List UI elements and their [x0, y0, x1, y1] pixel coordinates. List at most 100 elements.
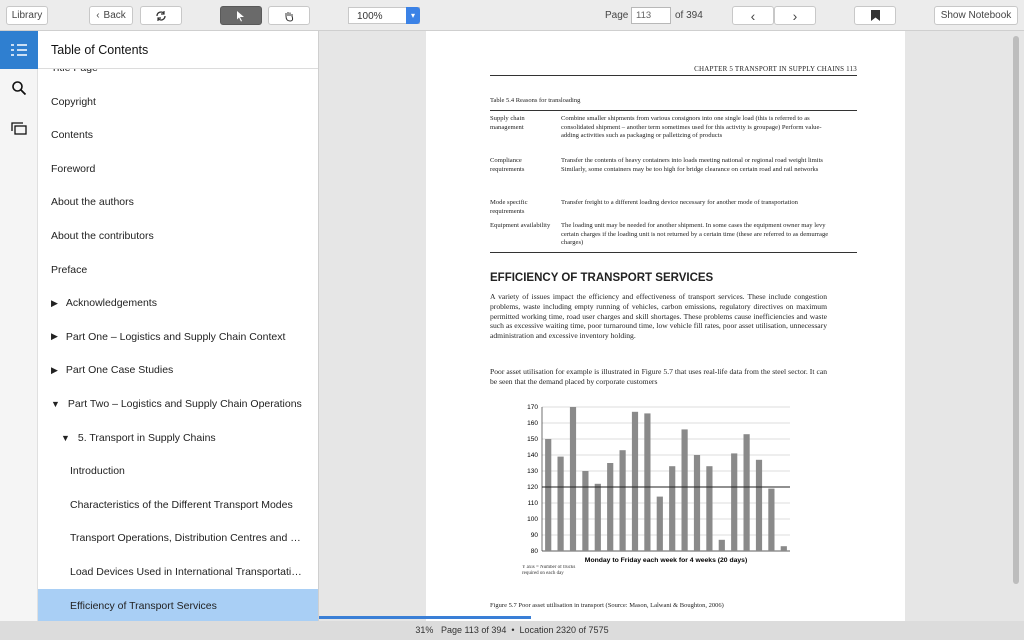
bar [768, 488, 775, 551]
chevron-down-icon: ▾ [406, 7, 420, 24]
toc-item-label: Part One – Logistics and Supply Chain Co… [65, 330, 286, 343]
toc-item[interactable]: Characteristics of the Different Transpo… [38, 488, 318, 521]
toc-item-label: Preface [51, 263, 88, 276]
toc-panel: Table of Contents Title PageCopyrightCon… [38, 31, 319, 621]
toc-item-label: Part One Case Studies [65, 364, 174, 377]
toc-item-label: Load Devices Used in International Trans… [70, 565, 302, 578]
book-page: CHAPTER 5 TRANSPORT IN SUPPLY CHAINS 113… [426, 31, 905, 621]
toc-item[interactable]: Foreword [38, 152, 318, 185]
y-axis-label: Y axis = Number of trucks required on ea… [522, 565, 576, 576]
toc-item-label: Transport Operations, Distribution Centr… [70, 532, 301, 545]
vertical-scrollbar[interactable] [1013, 36, 1019, 584]
select-tool-button[interactable] [220, 6, 262, 25]
bar [743, 434, 750, 551]
y-tick-label: 130 [527, 468, 538, 475]
bar [557, 456, 564, 551]
table-cell-description: Combine smaller shipments from various c… [561, 115, 822, 139]
toc-item-label: Introduction [70, 465, 125, 478]
back-button[interactable]: ‹ Back [89, 6, 133, 25]
toc-item[interactable]: Transport Operations, Distribution Centr… [38, 522, 318, 555]
zoom-select[interactable]: 100% ▾ [348, 7, 420, 24]
toc-item[interactable]: Contents [38, 119, 318, 152]
cards-icon [11, 121, 27, 135]
chevron-left-icon: ‹ [750, 7, 756, 24]
toc-item-label: Part Two – Logistics and Supply Chain Op… [67, 397, 302, 410]
toc-item[interactable]: Load Devices Used in International Trans… [38, 555, 318, 588]
refresh-icon [156, 10, 166, 21]
status-bar: 31% Page 113 of 394 • Location 2320 of 7… [0, 621, 1024, 640]
page-number-value: 113 [636, 10, 652, 21]
y-tick-label: 170 [527, 404, 538, 411]
bar [656, 496, 663, 551]
toc-item[interactable]: ▼ 5. Transport in Supply Chains [38, 421, 318, 454]
toc-toggle-button[interactable] [0, 31, 38, 69]
list-icon [11, 44, 27, 56]
toc-item[interactable]: Preface [38, 253, 318, 286]
toc-item-label: Efficiency of Transport Services [70, 599, 217, 612]
document-viewer[interactable]: CHAPTER 5 TRANSPORT IN SUPPLY CHAINS 113… [319, 31, 1024, 621]
y-tick-label: 160 [527, 420, 538, 427]
table-top-rule [490, 110, 857, 111]
collapse-arrow-icon[interactable]: ▼ [61, 433, 70, 443]
status-percent: 31% [415, 625, 434, 635]
cursor-icon [237, 10, 244, 21]
bar [644, 413, 651, 551]
toc-item-label: About the authors [51, 196, 134, 209]
expand-arrow-icon[interactable]: ▶ [51, 331, 58, 342]
status-location: Location 2320 of 7575 [519, 625, 609, 635]
bookmark-button[interactable] [854, 6, 896, 25]
hand-tool-button[interactable] [268, 6, 310, 25]
page-total: of 394 [675, 10, 703, 21]
expand-arrow-icon[interactable]: ▶ [51, 365, 58, 376]
show-notebook-button[interactable]: Show Notebook [934, 6, 1018, 25]
library-button[interactable]: Library [6, 6, 48, 25]
bar [582, 471, 589, 551]
toc-item-label: Contents [51, 129, 94, 142]
toc-item-label: 5. Transport in Supply Chains [77, 431, 216, 444]
toc-item[interactable]: Introduction [38, 455, 318, 488]
table-cell-description: Transfer freight to a different loading … [561, 199, 798, 206]
bar [681, 429, 688, 551]
page-number-input[interactable]: 113 [631, 7, 671, 24]
toc-item[interactable]: ▶ Part One Case Studies [38, 354, 318, 387]
table-cell-reason: Compliance requirements [490, 157, 525, 173]
refresh-button[interactable] [140, 6, 182, 25]
bar [706, 466, 713, 551]
collapse-arrow-icon[interactable]: ▼ [51, 399, 60, 409]
next-page-button[interactable]: › [774, 6, 816, 25]
flashcards-button[interactable] [0, 109, 38, 147]
table-cell-reason: Equipment availability [490, 222, 551, 229]
paragraph-1: A variety of issues impact the efficienc… [490, 292, 827, 341]
toc-item[interactable]: ▶ Acknowledgements [38, 287, 318, 320]
table-cell-reason: Mode specific requirements [490, 199, 528, 215]
y-tick-label: 140 [527, 452, 538, 459]
toc-header: Table of Contents [38, 31, 318, 69]
toc-item[interactable]: About the contributors [38, 219, 318, 252]
y-axis-note: Y axis = Number of trucks required on ea… [522, 565, 576, 576]
toc-item[interactable]: About the authors [38, 186, 318, 219]
running-header: CHAPTER 5 TRANSPORT IN SUPPLY CHAINS 113 [694, 65, 857, 73]
bar [607, 463, 614, 551]
zoom-value: 100% [357, 11, 383, 22]
expand-arrow-icon[interactable]: ▶ [51, 298, 58, 309]
toolbar: Library ‹ Back 100% ▾ Page 113 of 394 ‹ … [0, 0, 1024, 31]
bar [780, 546, 787, 551]
toc-title: Table of Contents [51, 43, 149, 57]
left-rail [0, 31, 38, 621]
table-bottom-rule [490, 252, 857, 253]
prev-page-button[interactable]: ‹ [732, 6, 774, 25]
library-label: Library [11, 10, 43, 21]
toc-item[interactable]: Copyright [38, 85, 318, 118]
toc-item[interactable]: Efficiency of Transport Services [38, 589, 318, 621]
toc-item[interactable]: ▶ Part One – Logistics and Supply Chain C… [38, 320, 318, 353]
show-notebook-label: Show Notebook [940, 10, 1012, 21]
reading-progress-bar [319, 616, 531, 619]
toc-item-label: Foreword [51, 162, 96, 175]
figure-chart: 80 90 100 110 120 130 140 150 160 170 Monday to Fr… [522, 404, 790, 576]
toc-item[interactable]: ▼ Part Two – Logistics and Supply Chain O… [38, 387, 318, 420]
header-rule [490, 75, 857, 76]
search-button[interactable] [0, 69, 38, 107]
table-cell-description: The loading unit may be needed for anoth… [561, 222, 829, 246]
x-axis-label: Monday to Friday each week for 4 weeks (… [585, 557, 747, 564]
bar [545, 439, 552, 551]
